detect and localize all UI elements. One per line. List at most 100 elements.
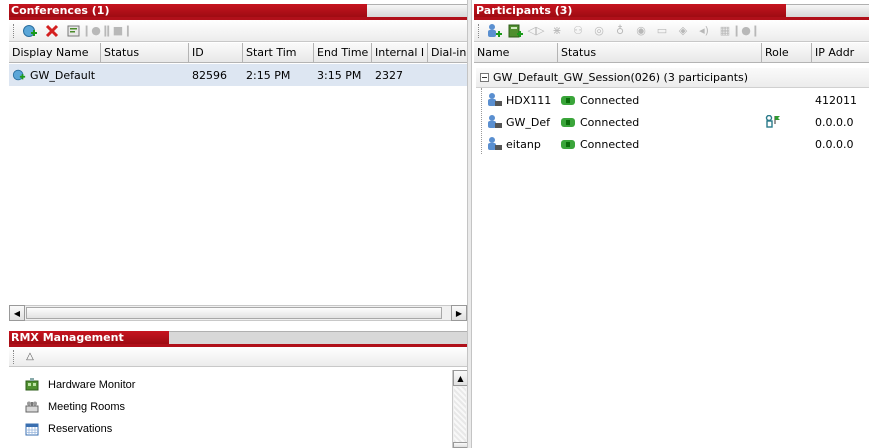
add-participant-icon[interactable]	[486, 23, 502, 39]
scrollbar-track[interactable]	[454, 387, 466, 442]
column-header-ip-address[interactable]: IP Addr	[812, 43, 869, 63]
conferences-toolbar: ❙●❙ ❙■❙	[9, 20, 467, 42]
conferences-pane-title: Conferences (1)	[9, 4, 367, 18]
rmx-management-title-tail	[169, 331, 467, 345]
gateway-role-icon	[765, 115, 780, 128]
column-header-name[interactable]: Name	[474, 43, 558, 63]
column-header-role[interactable]: Role	[762, 43, 812, 63]
column-header-start-time[interactable]: Start Tim	[243, 43, 314, 63]
layout-icon: ▦	[719, 23, 731, 37]
participant-icon	[487, 92, 503, 108]
conference-end-time: 3:15 PM	[317, 68, 362, 82]
conference-internal: 2327	[375, 68, 403, 82]
participant-group-label: GW_Default_GW_Session(026) (3 participan…	[493, 71, 749, 84]
collapse-group-icon[interactable]	[480, 73, 489, 82]
volume-icon: ◈	[678, 23, 688, 37]
participant-name-cell: HDX111	[484, 92, 558, 108]
conference-display-name: GW_Default	[30, 68, 96, 82]
microphone-icon: ♁	[615, 23, 625, 37]
disabled-action-icon: ❙■❙	[103, 23, 133, 37]
collapse-up-icon[interactable]: △	[22, 349, 38, 365]
conference-icon	[12, 69, 26, 81]
reservations-item[interactable]: Reservations	[24, 420, 112, 438]
participant-ip: 0.0.0.0	[815, 137, 854, 151]
participant-name: eitanp	[506, 137, 541, 151]
participant-properties-icon: ⚇	[573, 23, 583, 37]
participant-name: HDX111	[506, 93, 552, 107]
participants-pane-title: Participants (3)	[474, 4, 786, 18]
hardware-monitor-icon	[24, 377, 40, 393]
scroll-left-button[interactable]: ◀	[9, 305, 25, 321]
participant-group-row[interactable]: GW_Default_GW_Session(026) (3 participan…	[476, 68, 869, 88]
participant-role	[762, 115, 812, 129]
pane-splitter[interactable]	[467, 0, 472, 448]
rmx-management-title: RMX Management	[9, 331, 169, 345]
video-icon: ◉	[636, 23, 646, 37]
disabled-action-icon: ❙●❙	[81, 23, 111, 37]
column-header-dial-in[interactable]: Dial-in	[428, 43, 467, 63]
connected-icon	[561, 95, 575, 105]
participant-row[interactable]: eitanp Connected 0.0.0.0	[484, 133, 869, 155]
conference-name-cell: GW_Default	[9, 68, 101, 82]
connected-icon	[561, 117, 575, 127]
connect-icon: ◁▷	[527, 23, 545, 37]
toolbar-grip	[13, 349, 15, 364]
scroll-down-button[interactable]	[453, 442, 468, 448]
rmx-management-toolbar: △	[9, 347, 467, 367]
block-video-icon: ▭	[656, 23, 668, 37]
delete-conference-icon[interactable]	[44, 23, 60, 39]
toolbar-grip	[478, 23, 480, 38]
hardware-monitor-item[interactable]: Hardware Monitor	[24, 376, 135, 394]
participant-status-cell: Connected	[558, 116, 762, 129]
participant-status: Connected	[580, 93, 640, 107]
participants-toolbar: ◁▷ ⋇ ⚇ ◎ ♁ ◉ ▭ ◈ ◂) ▦ ❙●❙	[474, 20, 869, 42]
participant-icon	[487, 136, 503, 152]
participant-status-cell: Connected	[558, 94, 762, 107]
participant-name-cell: GW_Def	[484, 114, 558, 130]
conference-row[interactable]: GW_Default 82596 2:15 PM 3:15 PM 2327	[9, 64, 467, 86]
participant-icon	[487, 114, 503, 130]
calendar-icon	[24, 421, 40, 437]
conference-start-time: 2:15 PM	[246, 68, 291, 82]
disabled-action-icon: ❙●❙	[731, 23, 761, 37]
scroll-right-button[interactable]: ▶	[451, 305, 467, 321]
participants-table-header: Name Status Role IP Addr	[474, 43, 869, 63]
conferences-title-tail	[367, 4, 467, 18]
conference-properties-icon[interactable]	[66, 23, 82, 39]
participant-status-cell: Connected	[558, 138, 762, 151]
participant-ip: 412011	[815, 93, 857, 107]
participant-ip: 0.0.0.0	[815, 115, 854, 129]
connected-icon	[561, 139, 575, 149]
column-header-end-time[interactable]: End Time	[314, 43, 372, 63]
add-conference-icon[interactable]	[22, 23, 38, 39]
participants-title-tail	[786, 4, 869, 18]
column-header-display-name[interactable]: Display Name	[9, 43, 101, 63]
meeting-rooms-label: Meeting Rooms	[48, 401, 126, 413]
participant-name: GW_Def	[506, 115, 551, 129]
speaker-icon: ◂)	[699, 23, 709, 37]
hardware-monitor-label: Hardware Monitor	[48, 379, 136, 391]
conferences-table-header: Display Name Status ID Start Tim End Tim…	[9, 43, 467, 63]
rmx-management-vertical-scrollbar[interactable]: ▲	[452, 370, 468, 448]
conferences-horizontal-scrollbar[interactable]: ◀ ▶	[9, 305, 467, 321]
scroll-up-button[interactable]: ▲	[453, 370, 468, 386]
conference-id: 82596	[192, 68, 227, 82]
meeting-rooms-item[interactable]: Meeting Rooms	[24, 398, 125, 416]
participant-status: Connected	[580, 137, 640, 151]
column-header-status[interactable]: Status	[558, 43, 762, 63]
column-header-internal[interactable]: Internal I	[372, 43, 428, 63]
reservations-label: Reservations	[48, 423, 113, 435]
toolbar-grip	[13, 23, 15, 38]
participant-name-cell: eitanp	[484, 136, 558, 152]
column-header-id[interactable]: ID	[189, 43, 243, 63]
mute-audio-icon: ◎	[594, 23, 604, 37]
participant-row[interactable]: HDX111 Connected 412011	[484, 89, 869, 111]
tree-guide-line	[481, 88, 482, 154]
scrollbar-thumb[interactable]	[26, 307, 442, 319]
participant-status: Connected	[580, 115, 640, 129]
participant-row[interactable]: GW_Def Connected 0.0.0.0	[484, 111, 869, 133]
column-header-status[interactable]: Status	[101, 43, 189, 63]
add-from-address-book-icon[interactable]	[507, 23, 523, 39]
disconnect-icon: ⋇	[552, 23, 562, 37]
meeting-rooms-icon	[24, 399, 40, 415]
